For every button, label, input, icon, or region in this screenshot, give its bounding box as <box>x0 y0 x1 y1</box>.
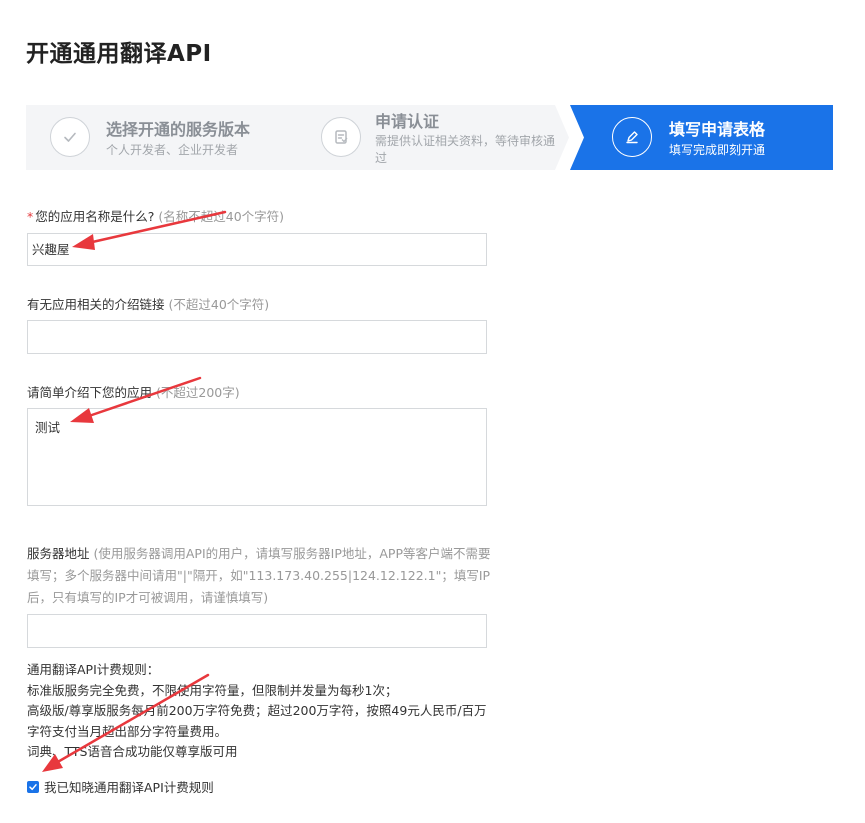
intro-link-label: 有无应用相关的介绍链接 (不超过40个字符) <box>27 294 269 313</box>
step-title: 选择开通的服务版本 <box>106 120 251 139</box>
input-value: 兴趣屋 <box>32 242 70 257</box>
intro-link-input[interactable] <box>27 320 487 354</box>
pencil-icon <box>612 117 652 157</box>
label-text: 服务器地址 <box>27 546 90 561</box>
step-desc: 个人开发者、企业开发者 <box>106 143 239 157</box>
step-title: 填写申请表格 <box>669 120 766 139</box>
label-hint: (使用服务器调用API的用户，请填写服务器IP地址，APP等客户端不需要填写；多… <box>27 546 491 605</box>
page-title: 开通通用翻译API <box>26 41 212 67</box>
rules-title: 通用翻译API计费规则： <box>27 662 160 677</box>
rules-line: 标准版服务完全免费，不限使用字符量，但限制并发量为每秒1次； <box>27 682 398 698</box>
step-select-version: 选择开通的服务版本 个人开发者、企业开发者 <box>26 105 301 170</box>
server-address-input[interactable] <box>27 614 487 648</box>
step-fill-form: 填写申请表格 填写完成即刻开通 <box>570 105 833 170</box>
label-hint: (不超过40个字符) <box>168 297 270 312</box>
step-apply-certification: 申请认证 需提供认证相关资料，等待审核通过 <box>279 105 569 170</box>
rules-line: 词典、TTS语音合成功能仅尊享版可用 <box>27 744 238 759</box>
agree-checkbox[interactable] <box>27 780 39 793</box>
agree-rules-row[interactable]: 我已知晓通用翻译API计费规则 <box>27 777 214 796</box>
step-title: 申请认证 <box>375 112 440 131</box>
agree-label: 我已知晓通用翻译API计费规则 <box>44 780 214 795</box>
checkmark-icon <box>29 783 37 790</box>
label-text: 请简单介绍下您的应用 <box>27 385 153 400</box>
billing-rules: 通用翻译API计费规则： 标准版服务完全免费，不限使用字符量，但限制并发量为每秒… <box>27 660 497 763</box>
check-icon <box>50 117 90 157</box>
server-address-label: 服务器地址 (使用服务器调用API的用户，请填写服务器IP地址，APP等客户端不… <box>27 543 492 609</box>
id-card-icon <box>321 117 361 157</box>
step-desc: 需提供认证相关资料，等待审核通过 <box>375 134 556 165</box>
step-desc: 填写完成即刻开通 <box>669 143 766 157</box>
app-intro-label: 请简单介绍下您的应用 (不超过200字) <box>27 382 240 401</box>
steps-bar: 选择开通的服务版本 个人开发者、企业开发者 申请认证 需提供认证相关资料，等待审… <box>26 105 833 170</box>
app-name-label: * 您的应用名称是什么? (名称不超过40个字符) <box>27 206 284 225</box>
label-text: 有无应用相关的介绍链接 <box>27 297 165 312</box>
label-text: 您的应用名称是什么? <box>35 209 155 224</box>
app-name-input[interactable]: 兴趣屋 <box>27 233 487 266</box>
rules-line: 高级版/尊享版服务每月前200万字符免费；超过200万字符，按照49元人民币/百… <box>27 703 487 739</box>
app-intro-textarea[interactable]: 测试 <box>27 408 487 506</box>
label-hint: (名称不超过40个字符) <box>158 209 285 224</box>
textarea-value: 测试 <box>35 420 61 435</box>
label-hint: (不超过200字) <box>156 385 240 400</box>
required-mark: * <box>27 209 34 224</box>
